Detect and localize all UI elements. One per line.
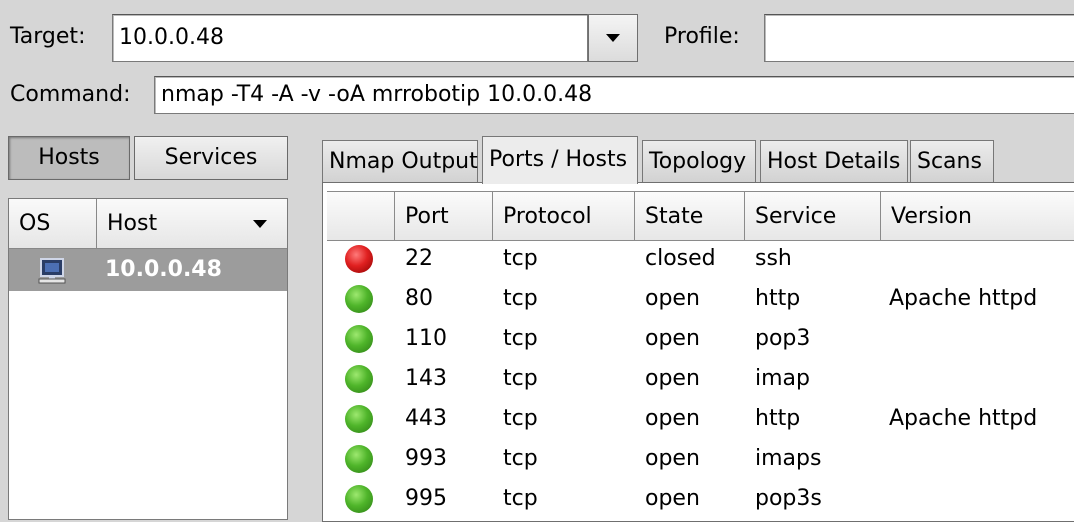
status-open-icon (345, 285, 373, 313)
tab-topology[interactable]: Topology (642, 140, 756, 182)
service-cell: pop3 (755, 326, 811, 351)
state-cell: open (645, 406, 700, 431)
status-open-icon (345, 365, 373, 393)
sort-down-icon (253, 220, 267, 228)
status-open-icon (345, 405, 373, 433)
tab-host-details[interactable]: Host Details (760, 140, 908, 182)
tab-nmap-output[interactable]: Nmap Output (322, 140, 478, 182)
table-row[interactable]: 80 tcp open http Apache httpd (323, 279, 1074, 319)
hosts-list-panel: OS Host 10.0.0.48 (8, 198, 288, 520)
state-cell: closed (645, 246, 716, 271)
table-row[interactable]: 443 tcp open http Apache httpd (323, 399, 1074, 439)
column-header-os[interactable]: OS (9, 199, 97, 249)
column-header-host[interactable]: Host (97, 199, 287, 249)
column-header-state[interactable]: State (635, 191, 745, 241)
column-header-version[interactable]: Version (881, 191, 1074, 241)
column-header-os-label: OS (19, 211, 51, 236)
state-cell: open (645, 486, 700, 511)
state-cell: open (645, 366, 700, 391)
service-cell: imap (755, 366, 810, 391)
target-input[interactable]: 10.0.0.48 (112, 14, 588, 62)
services-toggle-button[interactable]: Services (134, 136, 288, 180)
column-header-protocol[interactable]: Protocol (493, 191, 635, 241)
column-header-host-label: Host (107, 211, 158, 236)
port-cell: 995 (405, 486, 447, 511)
protocol-cell: tcp (503, 366, 538, 391)
service-cell: imaps (755, 446, 822, 471)
port-cell: 80 (405, 286, 433, 311)
protocol-cell: tcp (503, 246, 538, 271)
command-label: Command: (10, 82, 131, 107)
table-row[interactable]: 143 tcp open imap (323, 359, 1074, 399)
tab-ports-hosts[interactable]: Ports / Hosts (482, 136, 638, 184)
service-cell: pop3s (755, 486, 822, 511)
service-cell: http (755, 286, 801, 311)
port-cell: 143 (405, 366, 447, 391)
profile-label: Profile: (664, 24, 740, 49)
status-closed-icon (345, 245, 373, 273)
table-row[interactable]: 993 tcp open imaps (323, 439, 1074, 479)
protocol-cell: tcp (503, 486, 538, 511)
host-row[interactable]: 10.0.0.48 (9, 249, 287, 291)
protocol-cell: tcp (503, 326, 538, 351)
service-cell: http (755, 406, 801, 431)
status-open-icon (345, 325, 373, 353)
protocol-cell: tcp (503, 446, 538, 471)
command-input[interactable]: nmap -T4 -A -v -oA mrrobotip 10.0.0.48 (154, 76, 1074, 114)
target-label: Target: (10, 24, 86, 49)
table-row[interactable]: 110 tcp open pop3 (323, 319, 1074, 359)
column-header-service[interactable]: Service (745, 191, 881, 241)
column-header-status[interactable] (327, 191, 395, 241)
host-address: 10.0.0.48 (105, 257, 222, 282)
state-cell: open (645, 326, 700, 351)
tab-scans[interactable]: Scans (910, 140, 994, 182)
ports-table-panel: Port Protocol State Service Version 22 t… (322, 182, 1074, 522)
hosts-toggle-button[interactable]: Hosts (8, 136, 130, 180)
status-open-icon (345, 445, 373, 473)
computer-icon (38, 258, 66, 284)
version-cell: Apache httpd (889, 286, 1038, 311)
profile-input[interactable] (764, 14, 1074, 62)
service-cell: ssh (755, 246, 792, 271)
protocol-cell: tcp (503, 286, 538, 311)
target-dropdown-button[interactable] (588, 14, 638, 62)
port-cell: 110 (405, 326, 447, 351)
version-cell: Apache httpd (889, 406, 1038, 431)
chevron-down-icon (606, 34, 620, 42)
port-cell: 443 (405, 406, 447, 431)
status-open-icon (345, 485, 373, 513)
port-cell: 993 (405, 446, 447, 471)
table-row[interactable]: 995 tcp open pop3s (323, 479, 1074, 519)
table-row[interactable]: 22 tcp closed ssh (323, 239, 1074, 279)
port-cell: 22 (405, 246, 433, 271)
column-header-port[interactable]: Port (395, 191, 493, 241)
protocol-cell: tcp (503, 406, 538, 431)
state-cell: open (645, 286, 700, 311)
state-cell: open (645, 446, 700, 471)
